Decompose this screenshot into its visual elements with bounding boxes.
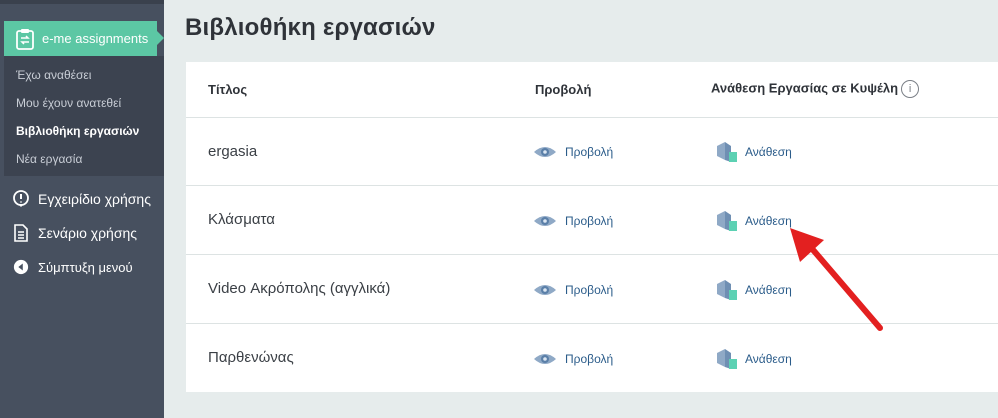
view-link-label: Προβολή bbox=[565, 214, 614, 228]
submenu-item-assigned-by-me[interactable]: Έχω αναθέσει bbox=[16, 68, 91, 82]
assign-link[interactable]: Ανάθεση bbox=[715, 347, 792, 371]
row-title: Video Ακρόπολης (αγγλικά) bbox=[208, 280, 391, 297]
column-header-assign-label: Ανάθεση Εργασίας σε Κυψέλη bbox=[711, 80, 899, 96]
submenu-item-assigned-to-me[interactable]: Μου έχουν ανατεθεί bbox=[16, 96, 121, 110]
sidebar: e-me assignments Έχω αναθέσει Μου έχουν … bbox=[0, 0, 164, 418]
view-link[interactable]: Προβολή bbox=[533, 283, 613, 297]
assignments-table: Τίτλος Προβολή Ανάθεση Εργασίας σε Κυψέλ… bbox=[186, 62, 998, 392]
eye-icon bbox=[534, 354, 556, 364]
table-header: Τίτλος Προβολή Ανάθεση Εργασίας σε Κυψέλ… bbox=[186, 62, 998, 118]
nav-item-label: Σύμπτυξη μενού bbox=[38, 259, 133, 275]
sidebar-top-band bbox=[0, 0, 164, 4]
view-link[interactable]: Προβολή bbox=[533, 352, 613, 366]
submenu-item-library[interactable]: Βιβλιοθήκη εργασιών bbox=[16, 124, 139, 138]
row-title: ergasia bbox=[208, 143, 258, 160]
column-header-title: Τίτλος bbox=[208, 82, 248, 97]
document-icon bbox=[12, 224, 30, 242]
assign-link-label: Ανάθεση bbox=[745, 214, 792, 228]
assign-link[interactable]: Ανάθεση bbox=[715, 140, 792, 164]
row-title: Κλάσματα bbox=[208, 211, 275, 228]
eye-icon bbox=[534, 285, 556, 295]
submenu-item-new-assignment[interactable]: Νέα εργασία bbox=[16, 152, 82, 166]
page-title: Βιβλιοθήκη εργασιών bbox=[185, 14, 436, 41]
collapse-icon bbox=[12, 258, 30, 276]
table-row: ergasia Προβολή Ανάθεση bbox=[186, 118, 998, 186]
hive-cube-icon bbox=[717, 280, 737, 300]
view-link-label: Προβολή bbox=[565, 145, 614, 159]
column-header-view: Προβολή bbox=[535, 82, 592, 97]
hive-cube-icon bbox=[717, 211, 737, 231]
row-title: Παρθενώνας bbox=[208, 349, 294, 366]
assign-link-label: Ανάθεση bbox=[745, 145, 792, 159]
assign-link[interactable]: Ανάθεση bbox=[715, 278, 792, 302]
nav-item-label: Εγχειρίδιο χρήσης bbox=[38, 191, 151, 207]
info-pin-icon bbox=[12, 190, 30, 208]
app-title: e-me assignments bbox=[42, 31, 149, 46]
table-row: Video Ακρόπολης (αγγλικά) Προβολή Ανάθεσ… bbox=[186, 255, 998, 324]
nav-item-manual[interactable]: Εγχειρίδιο χρήσης bbox=[12, 190, 151, 208]
eye-icon bbox=[534, 147, 556, 157]
info-icon[interactable]: i bbox=[901, 80, 920, 98]
assign-link[interactable]: Ανάθεση bbox=[715, 209, 792, 233]
eye-icon bbox=[534, 216, 556, 226]
clipboard-icon bbox=[16, 28, 34, 50]
view-link[interactable]: Προβολή bbox=[533, 145, 613, 159]
table-row: Παρθενώνας Προβολή Ανάθεση bbox=[186, 324, 998, 392]
app-header[interactable]: e-me assignments bbox=[4, 21, 164, 56]
view-link-label: Προβολή bbox=[565, 283, 614, 297]
column-header-assign: Ανάθεση Εργασίας σε Κυψέλη i bbox=[711, 80, 920, 98]
submenu: Έχω αναθέσει Μου έχουν ανατεθεί Βιβλιοθή… bbox=[4, 56, 164, 176]
assign-link-label: Ανάθεση bbox=[745, 283, 792, 297]
assign-link-label: Ανάθεση bbox=[745, 352, 792, 366]
view-link-label: Προβολή bbox=[565, 352, 614, 366]
nav-item-scenario[interactable]: Σενάριο χρήσης bbox=[12, 224, 137, 242]
view-link[interactable]: Προβολή bbox=[533, 214, 613, 228]
nav-item-label: Σενάριο χρήσης bbox=[38, 225, 138, 241]
table-row: Κλάσματα Προβολή Ανάθεση bbox=[186, 186, 998, 255]
nav-item-collapse[interactable]: Σύμπτυξη μενού bbox=[12, 258, 133, 276]
hive-cube-icon bbox=[717, 142, 737, 162]
hive-cube-icon bbox=[717, 349, 737, 369]
